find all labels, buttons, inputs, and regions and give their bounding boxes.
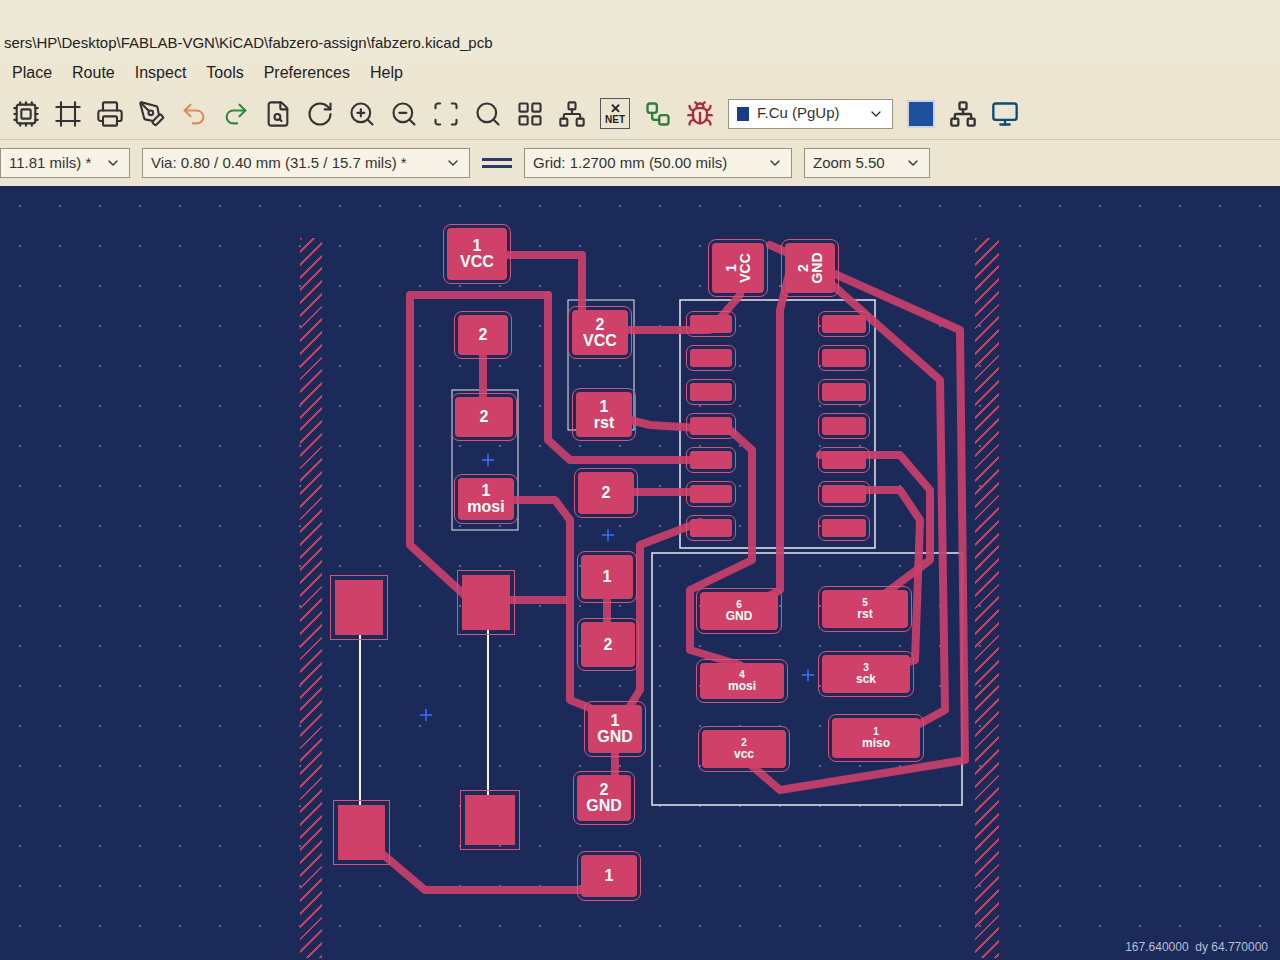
pcb-pad[interactable]: 1 <box>581 855 637 897</box>
chip-pad[interactable] <box>822 383 866 401</box>
pcb-pad[interactable]: 2 <box>578 472 634 514</box>
pcb-pad[interactable]: 4mosi <box>700 663 784 699</box>
pcb-pad[interactable]: 1VCC <box>712 243 764 293</box>
menu-item[interactable]: Route <box>72 61 115 85</box>
chip-pad[interactable] <box>822 349 866 367</box>
pcb-pad[interactable]: 2GND <box>577 775 631 821</box>
layer-select[interactable]: F.Cu (PgUp) <box>728 99 893 129</box>
tool-icon[interactable] <box>138 100 166 128</box>
auto-width-icon[interactable] <box>482 150 512 176</box>
menu-item[interactable]: Preferences <box>264 61 350 85</box>
pcb-pad[interactable]: 1GND <box>588 705 642 753</box>
chip-pad[interactable] <box>690 383 732 401</box>
chip-pad[interactable] <box>690 519 732 537</box>
tool-icon[interactable] <box>96 100 124 128</box>
pcb-pad[interactable]: 1mosi <box>458 478 514 520</box>
chevron-down-icon <box>105 155 121 171</box>
zoom-select[interactable]: Zoom 5.50 <box>804 148 930 178</box>
chevron-down-icon <box>445 155 461 171</box>
chip-pad[interactable] <box>822 485 866 503</box>
board-edge-left <box>300 238 322 958</box>
chip-pad[interactable] <box>690 485 732 503</box>
tool-icon[interactable] <box>390 100 418 128</box>
tool-icon[interactable] <box>306 100 334 128</box>
layer-color-swatch <box>737 107 749 121</box>
pcb-pad[interactable]: 1VCC <box>447 228 507 280</box>
pcb-pad[interactable]: 1miso <box>832 718 920 758</box>
pcb-pad[interactable]: 2 <box>455 397 513 437</box>
tool-icon[interactable] <box>180 100 208 128</box>
through-hole-pad[interactable] <box>335 580 383 635</box>
main-toolbar: ✕NET F.Cu (PgUp) <box>0 88 1280 140</box>
pcb-pad[interactable]: 6GND <box>700 592 778 630</box>
pcb-pad[interactable]: 2vcc <box>702 730 786 768</box>
pcb-pad[interactable]: 3sck <box>822 655 910 693</box>
tool-icon[interactable] <box>474 100 502 128</box>
chip-pad[interactable] <box>822 519 866 537</box>
pcb-canvas[interactable]: 1VCC 2 2 1mosi 2VCC 1rst 2 1 2 1GND 2GND 1 1VCC 2GND 6… <box>0 186 1280 960</box>
chip-pad[interactable] <box>690 315 732 333</box>
via-size-select[interactable]: Via: 0.80 / 0.40 mm (31.5 / 15.7 mils) * <box>142 148 470 178</box>
tool-icon[interactable] <box>348 100 376 128</box>
through-hole-pad[interactable] <box>338 805 385 860</box>
drc-icon[interactable] <box>644 100 672 128</box>
options-toolbar: 11.81 mils) * Via: 0.80 / 0.40 mm (31.5 /… <box>0 140 1280 186</box>
through-hole-pad[interactable] <box>462 575 510 630</box>
chip-pad[interactable] <box>690 417 732 435</box>
layer-pair-icon[interactable] <box>907 100 935 128</box>
hierarchy-icon[interactable] <box>949 100 977 128</box>
bug-icon[interactable] <box>686 100 714 128</box>
tool-icon[interactable] <box>432 100 460 128</box>
kicad-window: sers\HP\Desktop\FABLAB-VGN\KiCAD\fabzero… <box>0 0 1280 960</box>
tool-icon[interactable] <box>222 100 250 128</box>
tool-icon[interactable] <box>516 100 544 128</box>
tool-icon[interactable] <box>558 100 586 128</box>
grid-select[interactable]: Grid: 1.2700 mm (50.00 mils) <box>524 148 792 178</box>
menu-item[interactable]: Inspect <box>135 61 187 85</box>
through-hole-pad[interactable] <box>465 795 515 845</box>
chip-pad[interactable] <box>822 417 866 435</box>
pcb-pad[interactable]: 2 <box>581 622 635 667</box>
tool-icon[interactable] <box>54 100 82 128</box>
pcb-pad[interactable]: 1rst <box>576 392 632 437</box>
chevron-down-icon <box>905 155 921 171</box>
net-inspector-icon[interactable]: ✕NET <box>600 98 630 129</box>
track-width-select[interactable]: 11.81 mils) * <box>0 148 130 178</box>
scripting-console-icon[interactable] <box>991 100 1019 128</box>
window-title: sers\HP\Desktop\FABLAB-VGN\KiCAD\fabzero… <box>4 32 493 55</box>
status-coordinates: 167.640000 dy 64.770000 <box>1125 938 1268 956</box>
chip-pad[interactable] <box>690 451 732 469</box>
menu-item[interactable]: Help <box>370 61 403 85</box>
chip-pad[interactable] <box>690 349 732 367</box>
title-bar: sers\HP\Desktop\FABLAB-VGN\KiCAD\fabzero… <box>0 0 1280 58</box>
pcb-pad[interactable]: 5rst <box>822 590 908 628</box>
chevron-down-icon <box>868 106 884 122</box>
menu-item[interactable]: Place <box>12 61 52 85</box>
chevron-down-icon <box>767 155 783 171</box>
pcb-traces <box>0 186 1280 960</box>
tool-icon[interactable] <box>264 100 292 128</box>
pcb-pad[interactable]: 1 <box>581 555 633 599</box>
menu-bar: Place Route Inspect Tools Preferences Help <box>0 58 1280 88</box>
board-edge-right <box>975 238 999 958</box>
pcb-pad[interactable]: 2 <box>458 315 508 355</box>
pcb-pad[interactable]: 2VCC <box>572 310 628 355</box>
tool-icon[interactable] <box>12 100 40 128</box>
pcb-pad[interactable]: 2GND <box>785 243 835 293</box>
menu-item[interactable]: Tools <box>206 61 243 85</box>
chip-pad[interactable] <box>822 451 866 469</box>
chip-pad[interactable] <box>822 315 866 333</box>
